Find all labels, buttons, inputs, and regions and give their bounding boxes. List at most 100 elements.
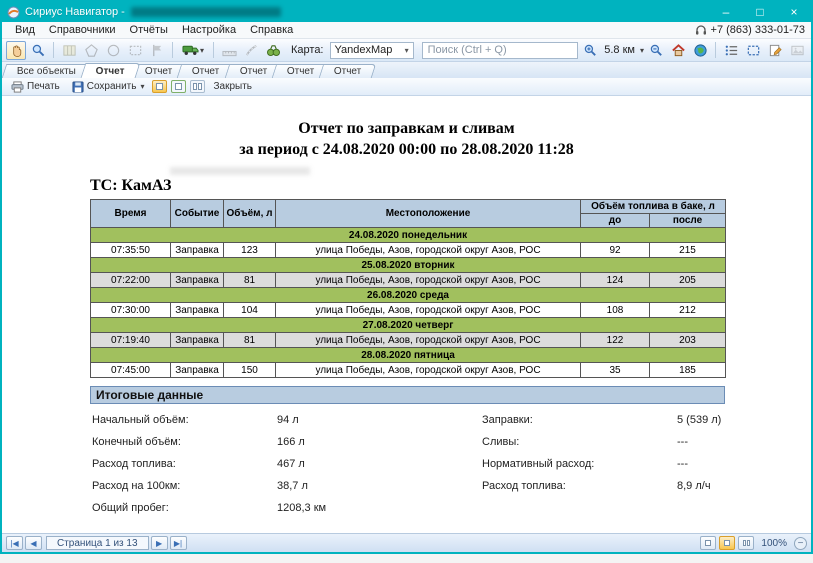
polygon-tool-button[interactable] (81, 41, 101, 60)
column-header-after: после (650, 214, 726, 228)
fuel-events-table: Время Событие Объём, л Местоположение Об… (90, 199, 726, 378)
search-input[interactable] (422, 42, 579, 59)
print-button[interactable]: Печать (7, 80, 64, 94)
view-mode-fit-page-button[interactable] (171, 80, 186, 93)
table-cell: улица Победы, Азов, городской округ Азов… (276, 273, 581, 288)
rectangle-select-tool-button[interactable] (125, 41, 145, 60)
zoom-in-map-button[interactable] (580, 41, 600, 60)
first-page-button[interactable]: |◀ (6, 536, 23, 550)
headset-icon (695, 25, 707, 36)
close-report-button[interactable]: Закрыть (209, 80, 256, 93)
layout-fit-width-button[interactable] (719, 536, 735, 550)
layout-multi-page-button[interactable] (738, 536, 754, 550)
column-header-volume: Объём, л (224, 200, 276, 228)
table-row[interactable]: 07:35:50Заправка123улица Победы, Азов, г… (91, 243, 726, 258)
vehicle-tracking-dropdown-button[interactable]: ▾ (178, 41, 208, 60)
minimize-button[interactable]: – (709, 2, 743, 22)
save-button[interactable]: Сохранить ▾ (68, 80, 149, 94)
table-row[interactable]: 07:22:00Заправка81улица Победы, Азов, го… (91, 273, 726, 288)
table-group-row: 27.08.2020 четверг (91, 318, 726, 333)
redacted-vehicle-text (170, 167, 310, 175)
image-view-button[interactable] (787, 41, 807, 60)
chevron-down-icon: ▾ (200, 46, 204, 55)
redacted-title-text (131, 7, 281, 17)
table-group-row: 28.08.2020 пятница (91, 348, 726, 363)
chevron-down-icon[interactable]: ▾ (640, 46, 644, 55)
table-cell: улица Победы, Азов, городской округ Азов… (276, 363, 581, 378)
table-cell: 185 (650, 363, 726, 378)
map-provider-value: YandexMap (335, 44, 393, 56)
flag-tool-button[interactable] (147, 41, 167, 60)
table-cell: Заправка (171, 363, 224, 378)
tab-label: Отчет (96, 66, 125, 77)
table-cell: 108 (581, 303, 650, 318)
column-header-location: Местоположение (276, 200, 581, 228)
table-row[interactable]: 07:30:00Заправка104улица Победы, Азов, г… (91, 303, 726, 318)
table-row[interactable]: 07:45:00Заправка150улица Победы, Азов, г… (91, 363, 726, 378)
toolbar-separator (715, 42, 716, 58)
search-map-tool-button[interactable] (28, 41, 48, 60)
app-logo-icon (7, 6, 20, 19)
route-tool-button[interactable] (241, 41, 261, 60)
close-report-label: Закрыть (213, 81, 252, 92)
home-view-button[interactable] (668, 41, 688, 60)
layout-one-page-button[interactable] (700, 536, 716, 550)
close-button[interactable]: × (777, 2, 811, 22)
summary-value: --- (677, 458, 732, 470)
ruler-tool-button[interactable] (219, 41, 239, 60)
summary-value: --- (677, 436, 732, 448)
binoculars-tool-button[interactable] (263, 41, 283, 60)
next-page-button[interactable]: ▶ (151, 536, 168, 550)
chevron-down-icon: ▾ (405, 46, 409, 55)
table-cell: улица Победы, Азов, городской округ Азов… (276, 243, 581, 258)
column-header-tank: Объём топлива в баке, л (581, 200, 726, 214)
summary-value: 467 л (277, 458, 482, 470)
zoom-out-map-button[interactable] (646, 41, 666, 60)
menu-item-1[interactable]: Справочники (42, 23, 123, 37)
tab-label: Отчет (145, 66, 172, 77)
edit-map-tool-button[interactable] (59, 41, 79, 60)
table-cell: 205 (650, 273, 726, 288)
vehicle-title: ТС: КамАЗ (90, 177, 811, 195)
tab-6[interactable]: Отчет (319, 64, 377, 78)
report-table-body: 24.08.2020 понедельник07:35:50Заправка12… (91, 228, 726, 378)
map-scale-value[interactable]: 5.8 км (604, 44, 635, 56)
table-cell: 07:45:00 (91, 363, 171, 378)
summary-label: Расход топлива: (92, 458, 277, 470)
summary-label: Начальный объём: (92, 414, 277, 426)
zoom-out-button[interactable]: − (794, 537, 807, 550)
table-cell: улица Победы, Азов, городской округ Азов… (276, 303, 581, 318)
view-mode-single-page-button[interactable] (152, 80, 167, 93)
column-header-event: Событие (171, 200, 224, 228)
report-period: за период с 24.08.2020 00:00 по 28.08.20… (2, 141, 811, 159)
map-provider-select[interactable]: YandexMap ▾ (330, 42, 414, 59)
maximize-button[interactable]: □ (743, 2, 777, 22)
tab-label: Отчет (239, 66, 266, 77)
tab-1[interactable]: Отчет (81, 63, 141, 78)
last-page-button[interactable]: ▶| (170, 536, 187, 550)
pan-hand-tool-button[interactable] (6, 41, 26, 60)
tab-0[interactable]: Все объекты (2, 64, 92, 78)
menu-item-0[interactable]: Вид (8, 23, 42, 37)
notes-edit-button[interactable] (765, 41, 785, 60)
menu-item-2[interactable]: Отчёты (123, 23, 175, 37)
summary-value: 1208,3 км (277, 502, 482, 514)
tab-label: Отчет (192, 66, 219, 77)
toolbar-separator (213, 42, 214, 58)
report-title: Отчет по заправкам и сливам (2, 120, 811, 138)
table-row[interactable]: 07:19:40Заправка81улица Победы, Азов, го… (91, 333, 726, 348)
table-group-row: 26.08.2020 среда (91, 288, 726, 303)
area-select-button[interactable] (743, 41, 763, 60)
summary-value: 166 л (277, 436, 482, 448)
summary-value: 5 (539 л) (677, 414, 732, 426)
previous-page-button[interactable]: ◀ (25, 536, 42, 550)
object-list-button[interactable] (721, 41, 741, 60)
menu-item-4[interactable]: Справка (243, 23, 300, 37)
summary-label: Общий пробег: (92, 502, 277, 514)
view-mode-two-pages-button[interactable] (190, 80, 205, 93)
menu-item-3[interactable]: Настройка (175, 23, 243, 37)
circle-tool-button[interactable] (103, 41, 123, 60)
report-content: Отчет по заправкам и сливам за период с … (2, 96, 811, 533)
globe-button[interactable] (690, 41, 710, 60)
chevron-down-icon[interactable]: ▾ (140, 82, 144, 91)
